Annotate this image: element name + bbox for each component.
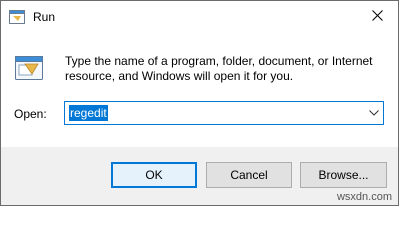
description-line: resource, and Windows will open it for y…	[65, 69, 294, 83]
cancel-button[interactable]: Cancel	[206, 162, 292, 188]
dialog-description: Type the name of a program, folder, docu…	[65, 54, 385, 84]
open-label: Open:	[14, 107, 47, 121]
ok-button[interactable]: OK	[111, 162, 197, 188]
title-bar[interactable]: Run	[1, 1, 398, 32]
browse-button[interactable]: Browse...	[300, 162, 387, 188]
open-input[interactable]: regedit	[69, 105, 108, 121]
run-app-icon	[9, 10, 25, 24]
run-app-icon	[14, 53, 44, 83]
close-button[interactable]	[356, 1, 398, 32]
chevron-down-icon	[369, 110, 379, 116]
description-line: Type the name of a program, folder, docu…	[65, 54, 373, 68]
dropdown-button[interactable]	[365, 102, 383, 124]
close-icon	[371, 9, 383, 24]
run-dialog: Run Type the name of a program, folder, …	[0, 0, 399, 206]
window-title: Run	[33, 10, 56, 24]
open-combobox[interactable]: regedit	[64, 101, 384, 125]
watermark: wsxdn.com	[336, 191, 392, 203]
